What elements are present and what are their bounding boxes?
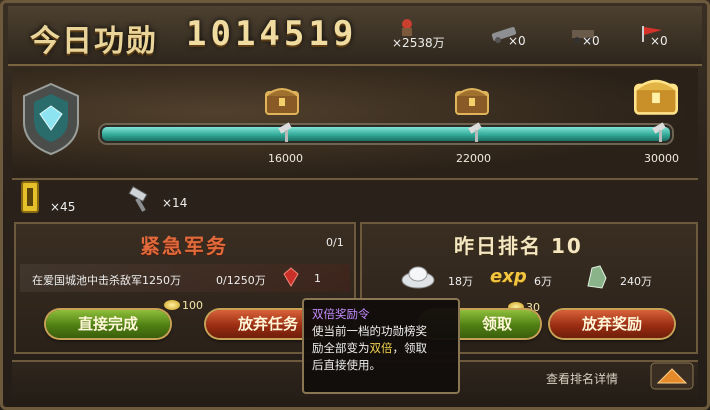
collapse-arrow-icon[interactable] xyxy=(650,362,694,390)
token-icon xyxy=(21,181,39,213)
jade-icon xyxy=(587,265,607,289)
complete-cost: 100 xyxy=(182,299,203,312)
hammer-icon xyxy=(128,186,148,212)
tooltip-line: 使当前一档的功勋榜奖 xyxy=(312,324,427,338)
double-reward-tooltip: 双倍奖励令 使当前一档的功勋榜奖 励全部变为双倍，领取 后直接使用。 xyxy=(302,298,460,394)
rank-badge-icon xyxy=(23,82,79,156)
milestone-label: 16000 xyxy=(268,152,303,165)
merit-progress-bar xyxy=(100,125,672,143)
rank-title: 昨日排名 10 xyxy=(454,234,583,258)
merit-progress-area xyxy=(12,68,698,180)
cannon-count: ×0 xyxy=(508,34,526,48)
silver-icon xyxy=(401,266,435,289)
tooltip-text: 励全部变为 xyxy=(312,341,370,355)
soldier-count: ×2538万 xyxy=(392,36,445,50)
milestone-marker-icon xyxy=(278,122,292,142)
merit-window: 今日功勋 1014519 ×2538万 ×0 ×0 ×0 16000 22000… xyxy=(0,0,710,410)
tooltip-title: 双倍奖励令 xyxy=(312,307,370,321)
tooltip-highlight: 双倍 xyxy=(369,341,393,355)
task-reward-count: 1 xyxy=(314,272,321,285)
task-progress: 0/1250万 xyxy=(216,274,266,287)
task-description: 在爱国城池中击杀敌军1250万 xyxy=(32,274,181,287)
tooltip-line: 后直接使用。 xyxy=(312,358,381,372)
page-title: 今日功勋 xyxy=(30,24,158,59)
cart-count: ×0 xyxy=(582,34,600,48)
milestone-marker-icon xyxy=(468,122,482,142)
view-rank-details-link[interactable]: 查看排名详情 xyxy=(546,370,618,387)
silver-amount: 18万 xyxy=(448,275,473,288)
chest-icon-3[interactable] xyxy=(632,72,680,116)
header-bar: 今日功勋 1014519 ×2538万 ×0 ×0 ×0 xyxy=(8,6,702,66)
milestone-label: 22000 xyxy=(456,152,491,165)
chest-icon-2[interactable] xyxy=(454,82,490,116)
token-count: ×45 xyxy=(50,200,76,214)
milestone-label: 30000 xyxy=(644,152,679,165)
milestone-marker-icon xyxy=(652,122,666,142)
abandon-reward-button[interactable]: 放弃奖励 xyxy=(550,310,674,338)
exp-amount: 6万 xyxy=(534,275,552,288)
exp-icon: exp xyxy=(490,266,527,287)
coin-icon xyxy=(164,300,180,310)
gem-icon xyxy=(283,267,299,287)
tooltip-line: 励全部变为双倍，领取 xyxy=(312,340,450,357)
mission-count: 0/1 xyxy=(326,236,344,249)
flag-count: ×0 xyxy=(650,34,668,48)
mission-title: 紧急军务 xyxy=(140,234,228,258)
jade-amount: 240万 xyxy=(620,275,652,288)
chest-icon-1[interactable] xyxy=(264,82,300,116)
merit-value: 1014519 xyxy=(186,14,358,54)
hammer-count: ×14 xyxy=(162,196,188,210)
complete-now-button[interactable]: 直接完成 xyxy=(46,310,170,338)
tooltip-text: ，领取 xyxy=(392,341,428,355)
